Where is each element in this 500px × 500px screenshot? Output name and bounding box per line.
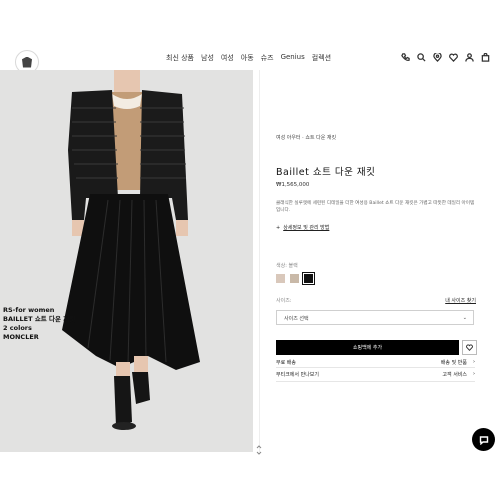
- row-left-label[interactable]: 부티크에서 만나보기: [276, 371, 319, 378]
- model-illustration: [62, 70, 200, 430]
- row-divider: [276, 381, 475, 382]
- size-select[interactable]: 사이즈 선택 ⌄: [276, 310, 474, 325]
- product-photo[interactable]: RS-for women BAILLET 쇼트 다운 재킷 2 colors M…: [0, 70, 253, 452]
- nav-item-collection[interactable]: 컬렉션: [312, 53, 331, 63]
- chat-button[interactable]: [472, 428, 495, 451]
- care-link[interactable]: + 상세정보 및 관리 방법: [276, 224, 329, 231]
- product-price: ₩1,565,000: [276, 182, 310, 188]
- chevron-down-icon: ⌄: [462, 315, 467, 321]
- chevron-right-icon: ›: [473, 359, 475, 365]
- bag-icon[interactable]: [481, 53, 490, 62]
- nav-item-kids[interactable]: 아동: [241, 53, 254, 63]
- header-icons: [401, 53, 490, 62]
- wishlist-button[interactable]: [462, 340, 477, 355]
- row-right-label[interactable]: 고객 서비스: [442, 371, 467, 378]
- chevron-right-icon: ›: [473, 371, 475, 377]
- breadcrumb[interactable]: 여성 아우터 · 쇼트 다운 재킷: [276, 134, 336, 141]
- info-row[interactable]: 부티크에서 만나보기 고객 서비스 ›: [276, 371, 475, 381]
- photo-caption: RS-for women BAILLET 쇼트 다운 재킷 2 colors M…: [3, 306, 75, 342]
- main-nav: 최신 상품 남성 여성 아동 슈즈 Genius 컬렉션: [166, 53, 331, 63]
- size-select-label: 사이즈 선택: [284, 316, 309, 322]
- product-description: 클래식한 실루엣에 세련된 디테일을 더한 여성용 Baillet 쇼트 다운 …: [276, 201, 475, 213]
- row-right-label[interactable]: 배송 및 반품: [441, 359, 467, 366]
- logo-mark: [22, 56, 32, 68]
- color-label: 색상: 블랙: [276, 263, 298, 269]
- row-left-label[interactable]: 무료 배송: [276, 359, 296, 366]
- user-icon[interactable]: [465, 53, 474, 62]
- caption-line: MONCLER: [3, 333, 39, 341]
- scroll-arrows-icon[interactable]: [256, 440, 262, 455]
- column-divider: [259, 70, 260, 452]
- swatch-beige[interactable]: [276, 274, 285, 283]
- phone-icon[interactable]: [401, 53, 410, 62]
- heart-icon[interactable]: [449, 53, 458, 62]
- caption-line: 2 colors: [3, 324, 32, 332]
- row-divider: [276, 367, 475, 368]
- caption-line: BAILLET 쇼트 다운 재킷: [3, 315, 76, 323]
- swatch-black[interactable]: [302, 272, 315, 285]
- nav-item-shoes[interactable]: 슈즈: [261, 53, 274, 63]
- add-to-cart-button[interactable]: 쇼핑백에 추가: [276, 340, 459, 355]
- search-icon[interactable]: [417, 53, 426, 62]
- caption-line: RS-for women: [3, 306, 55, 314]
- product-title: Baillet 쇼트 다운 재킷: [276, 167, 376, 178]
- care-link-label: 상세정보 및 관리 방법: [283, 225, 330, 231]
- nav-item-men[interactable]: 남성: [201, 53, 214, 63]
- heart-icon: [466, 344, 473, 351]
- color-swatches: [276, 272, 315, 285]
- nav-item-women[interactable]: 여성: [221, 53, 234, 63]
- nav-item-genius[interactable]: Genius: [281, 53, 305, 63]
- size-label: 사이즈:: [276, 298, 292, 304]
- size-guide-link[interactable]: 내 사이즈 찾기: [445, 297, 476, 304]
- plus-icon: +: [276, 225, 281, 231]
- location-icon[interactable]: [433, 53, 442, 62]
- chat-icon: [479, 435, 488, 445]
- site-header: 최신 상품 남성 여성 아동 슈즈 Genius 컬렉션: [0, 0, 500, 74]
- nav-item-new[interactable]: 최신 상품: [166, 53, 194, 63]
- swatch-taupe[interactable]: [290, 274, 299, 283]
